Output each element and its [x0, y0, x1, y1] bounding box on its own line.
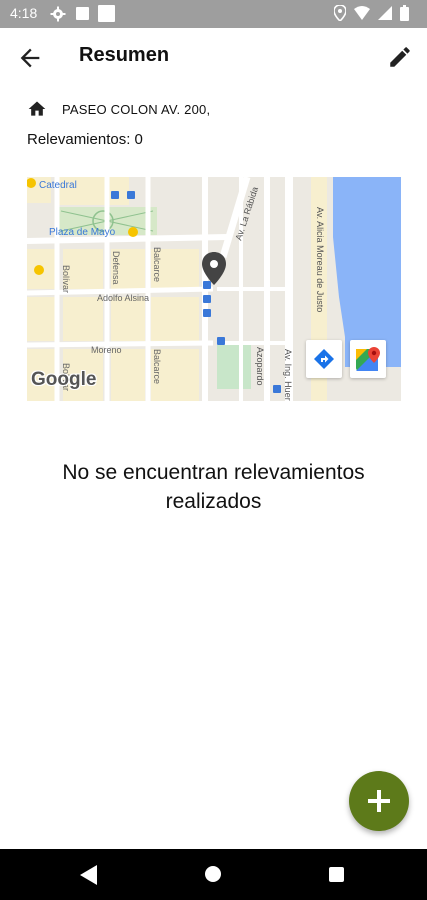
signal-icon [378, 6, 392, 20]
nav-home-icon[interactable] [205, 866, 221, 882]
map-view[interactable]: Catedral Plaza de Mayo Adolfo Alsina Mor… [27, 177, 401, 401]
nav-recents-icon[interactable] [329, 867, 344, 882]
open-google-maps-button[interactable] [350, 340, 386, 378]
arrow-back-icon [20, 48, 40, 68]
add-survey-button[interactable] [349, 771, 409, 831]
map-label-azopardo: Azopardo [255, 347, 265, 386]
back-button[interactable] [16, 44, 44, 72]
notification-square-icon [76, 7, 89, 20]
wifi-icon [354, 6, 370, 20]
directions-button[interactable] [306, 340, 342, 378]
address-row: PASEO COLON AV. 200, [27, 98, 210, 120]
map-label-bolivar1: Bolívar [61, 265, 71, 293]
directions-icon [314, 349, 334, 369]
status-icons [334, 5, 409, 21]
pencil-icon [390, 47, 410, 67]
map-canvas: Catedral Plaza de Mayo Adolfo Alsina Mor… [27, 177, 401, 401]
map-label-av-ing: Av. Ing. Huergo [283, 349, 293, 401]
map-label-catedral: Catedral [39, 180, 77, 191]
google-maps-icon [356, 347, 380, 371]
app-bar: Resumen [0, 28, 427, 86]
system-nav-bar [0, 849, 427, 900]
status-time: 4:18 [10, 5, 38, 21]
plus-icon [368, 790, 390, 812]
empty-state-message: No se encuentran relevamientos realizado… [62, 461, 365, 513]
notification-square-icon [98, 5, 115, 22]
nav-back-icon[interactable] [80, 865, 98, 885]
page-title: Resumen [79, 44, 170, 66]
map-label-defensa: Defensa [111, 251, 121, 285]
battery-icon [400, 5, 409, 21]
map-label-adolfo: Adolfo Alsina [97, 293, 149, 303]
address-text: PASEO COLON AV. 200, [62, 101, 211, 117]
gear-icon [50, 6, 66, 22]
map-label-balcarce2: Balcarce [152, 349, 162, 384]
map-label-alicia: Av. Alicia Moreau de Justo [315, 207, 325, 312]
edit-button[interactable] [387, 44, 413, 70]
status-bar: 4:18 [0, 0, 427, 28]
location-icon [334, 5, 346, 21]
google-logo: Google [31, 369, 97, 390]
map-label-plaza: Plaza de Mayo [49, 227, 116, 238]
map-label-balcarce1: Balcarce [152, 247, 162, 282]
map-label-moreno: Moreno [91, 345, 122, 355]
home-icon [28, 101, 46, 116]
surveys-count: Relevamientos: 0 [27, 131, 143, 148]
